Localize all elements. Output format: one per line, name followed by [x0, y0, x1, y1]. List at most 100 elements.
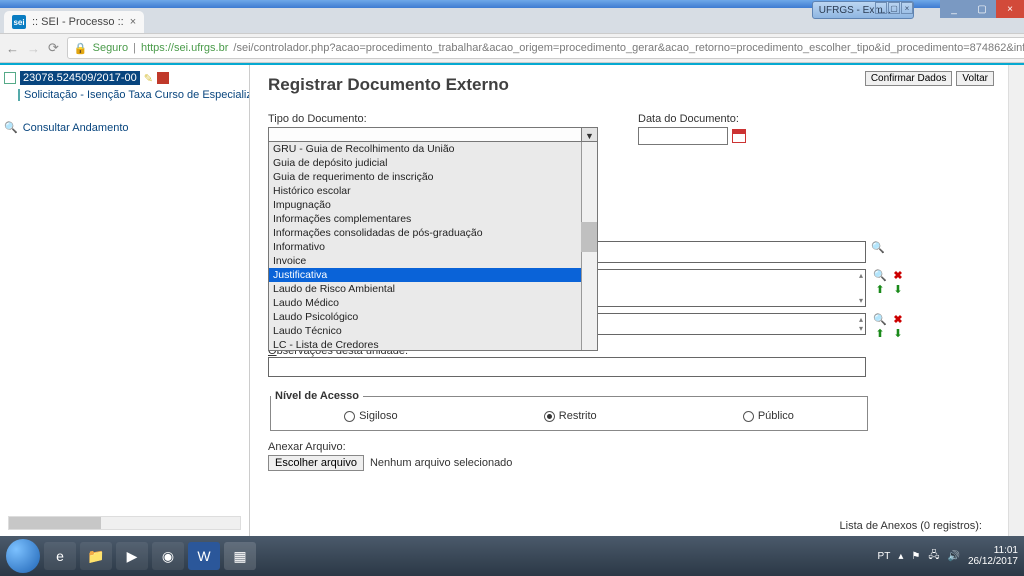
spin-down-icon[interactable]: ▾ — [859, 296, 863, 305]
tab-title: :: SEI - Processo :: — [32, 16, 124, 28]
tipo-option[interactable]: Laudo Técnico — [269, 324, 597, 338]
radio-sigiloso[interactable]: Sigiloso — [344, 410, 398, 422]
arrow-down-icon[interactable]: ⬇ — [892, 283, 904, 295]
tray-date: 26/12/2017 — [968, 556, 1018, 567]
search-icon[interactable]: 🔍 — [872, 241, 884, 253]
url-path: /sei/controlador.php?acao=procedimento_t… — [233, 42, 1024, 54]
spin-up-icon[interactable]: ▴ — [859, 271, 863, 280]
confirmar-dados-button[interactable]: Confirmar Dados — [865, 71, 953, 86]
radio-label: Restrito — [559, 410, 597, 422]
taskbar-app-icon[interactable]: ▦ — [224, 542, 256, 570]
consultar-andamento-link[interactable]: 🔍 Consultar Andamento — [4, 121, 245, 134]
taskbar-ie-icon[interactable]: e — [44, 542, 76, 570]
search-icon-2[interactable]: 🔍 — [874, 269, 886, 281]
tray-network-icon[interactable]: 🖧 — [928, 548, 939, 565]
taskbar-media-icon[interactable]: ▶ — [116, 542, 148, 570]
tree-document-link[interactable]: Solicitação - Isenção Taxa Curso de Espe… — [24, 89, 250, 101]
tab-favicon-icon: sei — [12, 15, 26, 29]
radio-icon — [544, 411, 555, 422]
radio-publico[interactable]: Público — [743, 410, 794, 422]
lock-icon: 🔒 — [74, 42, 88, 55]
radio-icon — [743, 411, 754, 422]
nivel-acesso-fieldset: Nível de Acesso Sigiloso Restrito Públic… — [270, 390, 868, 431]
tipo-option[interactable]: Informativo — [269, 240, 597, 254]
tipo-option[interactable]: Informações consolidadas de pós-graduaçã… — [269, 226, 597, 240]
sidebar-horizontal-scrollbar[interactable] — [8, 516, 241, 530]
process-number-link[interactable]: 23078.524509/2017-00 — [20, 71, 140, 85]
nav-forward-icon: → — [27, 41, 40, 56]
arrow-up-icon[interactable]: ⬆ — [874, 283, 886, 295]
process-icon — [4, 72, 16, 84]
spin-down-icon-2[interactable]: ▾ — [859, 324, 863, 333]
tray-time: 11:01 — [968, 545, 1018, 556]
tray-clock[interactable]: 11:01 26/12/2017 — [968, 545, 1018, 567]
tipo-option[interactable]: LC - Lista de Credores — [269, 338, 597, 351]
spin-up-icon-2[interactable]: ▴ — [859, 315, 863, 324]
tray-flag-icon[interactable]: ⚑ — [911, 551, 920, 562]
document-icon — [18, 89, 20, 101]
main-form-area: Confirmar Dados Voltar Registrar Documen… — [250, 65, 1008, 536]
tray-chevron-icon[interactable]: ▴ — [898, 551, 903, 562]
tipo-option[interactable]: Guia de depósito judicial — [269, 156, 597, 170]
page-vertical-scrollbar[interactable] — [1008, 65, 1024, 536]
tipo-option[interactable]: Laudo Psicológico — [269, 310, 597, 324]
system-tray[interactable]: PT ▴ ⚑ 🖧 🔊 11:01 26/12/2017 — [878, 545, 1018, 567]
bg-min-icon[interactable]: _ — [875, 2, 887, 14]
taskbar-word-icon[interactable]: W — [188, 542, 220, 570]
tipo-option[interactable]: Informações complementares — [269, 212, 597, 226]
window-minimize-button[interactable]: _ — [940, 0, 968, 18]
magnifier-icon: 🔍 — [4, 121, 18, 134]
radio-label: Público — [758, 410, 794, 422]
window-close-button[interactable]: × — [996, 0, 1024, 18]
bg-close-icon[interactable]: × — [901, 2, 913, 14]
no-file-text: Nenhum arquivo selecionado — [370, 457, 512, 469]
search-icon-3[interactable]: 🔍 — [874, 313, 886, 325]
tipo-option[interactable]: Invoice — [269, 254, 597, 268]
observacoes-textarea[interactable] — [268, 357, 866, 377]
tipo-option[interactable]: Justificativa — [269, 268, 597, 282]
calendar-icon[interactable] — [732, 129, 746, 143]
data-documento-label: Data do Documento: — [638, 113, 746, 125]
browser-toolbar: ← → ⟳ 🔒 Seguro | https://sei.ufrgs.br /s… — [0, 33, 1024, 63]
anexar-arquivo-label: Anexar Arquivo: — [268, 441, 994, 453]
start-button[interactable] — [6, 539, 40, 573]
data-documento-input[interactable] — [638, 127, 728, 145]
tipo-option[interactable]: Impugnação — [269, 198, 597, 212]
tipo-documento-label: Tipo do Documento: — [268, 113, 598, 125]
radio-icon — [344, 411, 355, 422]
arrow-down-icon-2[interactable]: ⬇ — [892, 327, 904, 339]
bg-max-icon[interactable]: ▢ — [888, 2, 900, 14]
listbox-scroll-thumb[interactable] — [581, 222, 597, 252]
radio-label: Sigiloso — [359, 410, 398, 422]
remove-icon[interactable]: ✖ — [892, 269, 904, 281]
tipo-option[interactable]: GRU - Guia de Recolhimento da União — [269, 142, 597, 156]
address-bar[interactable]: 🔒 Seguro | https://sei.ufrgs.br /sei/con… — [67, 37, 1024, 59]
book-icon[interactable] — [157, 72, 169, 84]
tab-close-icon[interactable]: × — [130, 16, 136, 28]
tray-volume-icon[interactable]: 🔊 — [947, 551, 959, 562]
tipo-option[interactable]: Histórico escolar — [269, 184, 597, 198]
url-host: https://sei.ufrgs.br — [141, 42, 228, 54]
tipo-option[interactable]: Laudo de Risco Ambiental — [269, 282, 597, 296]
tipo-documento-listbox[interactable]: GRU - Guia de Recolhimento da UniãoGuia … — [268, 141, 598, 351]
remove-icon-2[interactable]: ✖ — [892, 313, 904, 325]
tipo-option[interactable]: Laudo Médico — [269, 296, 597, 310]
escolher-arquivo-button[interactable]: Escolher arquivo — [268, 455, 364, 471]
secure-label: Seguro — [93, 42, 128, 54]
nivel-acesso-legend: Nível de Acesso — [271, 390, 363, 402]
taskbar-chrome-icon[interactable]: ◉ — [152, 542, 184, 570]
arrow-up-icon-2[interactable]: ⬆ — [874, 327, 886, 339]
radio-restrito[interactable]: Restrito — [544, 410, 597, 422]
background-window-tab[interactable]: UFRGS - Exm... _ ▢ × — [812, 1, 914, 19]
window-maximize-button[interactable]: ▢ — [968, 0, 996, 18]
pencil-icon[interactable]: ✎ — [144, 72, 153, 85]
lista-anexos-info: Lista de Anexos (0 registros): — [840, 520, 982, 532]
process-tree-sidebar: 23078.524509/2017-00 ✎ Solicitação - Ise… — [0, 65, 250, 536]
tray-lang[interactable]: PT — [878, 551, 891, 562]
nav-back-icon[interactable]: ← — [6, 41, 19, 56]
tipo-option[interactable]: Guia de requerimento de inscrição — [269, 170, 597, 184]
taskbar-explorer-icon[interactable]: 📁 — [80, 542, 112, 570]
browser-tab[interactable]: sei :: SEI - Processo :: × — [4, 11, 144, 33]
voltar-button[interactable]: Voltar — [956, 71, 994, 86]
nav-reload-icon[interactable]: ⟳ — [48, 40, 59, 56]
